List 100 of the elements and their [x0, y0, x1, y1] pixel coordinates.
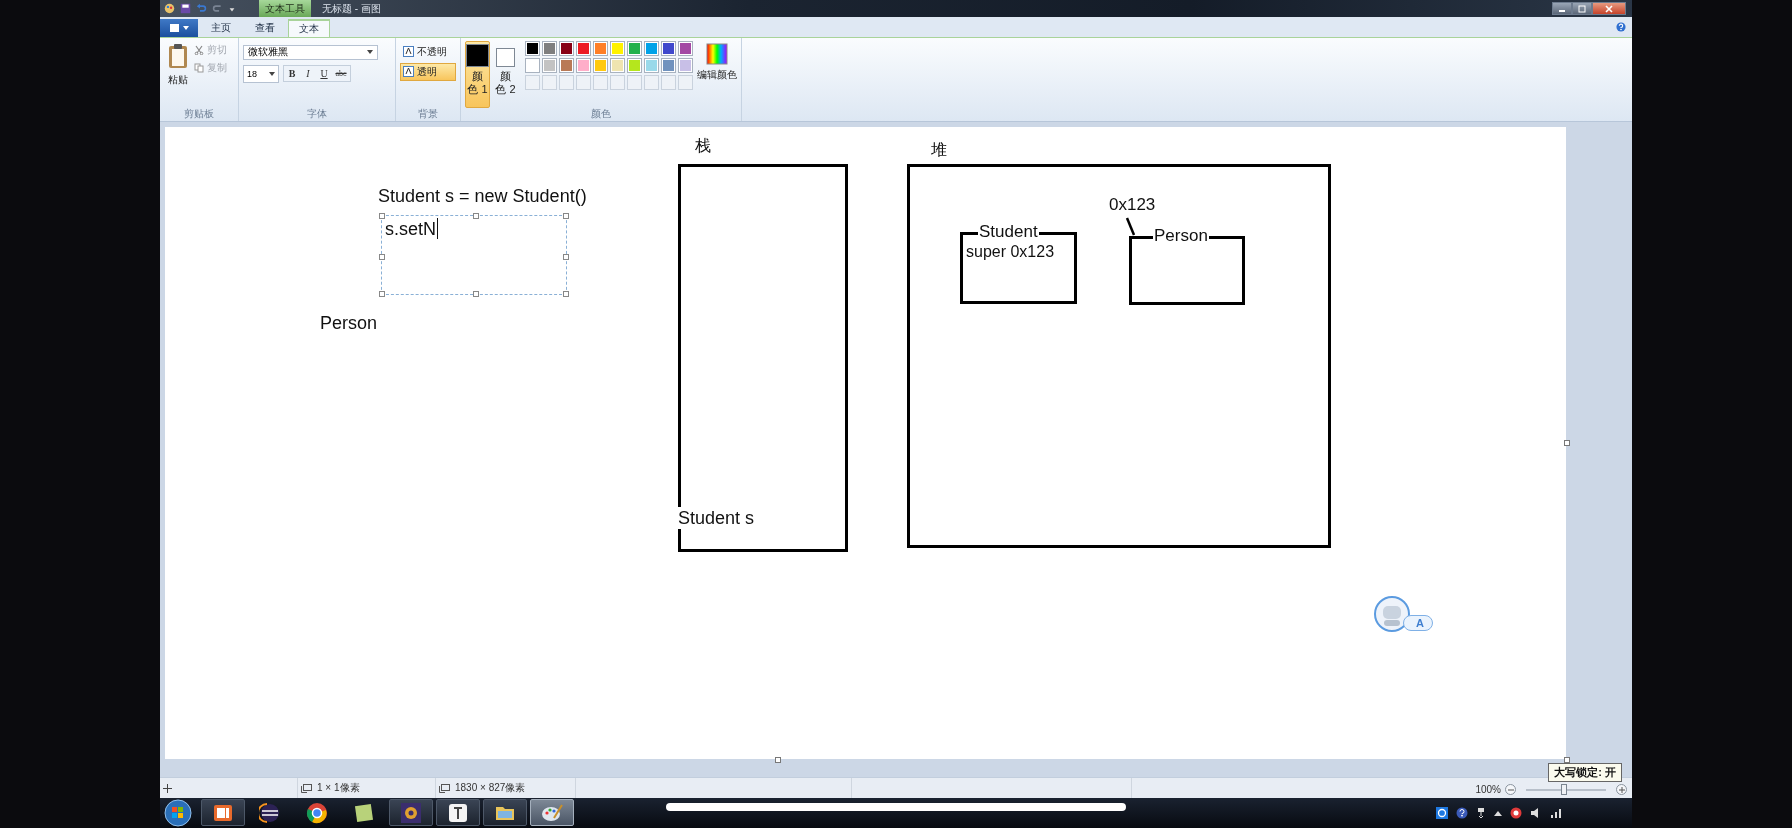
palette-color[interactable] — [627, 57, 642, 73]
resize-handle[interactable] — [775, 756, 781, 763]
paint-app-icon — [164, 3, 175, 14]
taskbar-app-button[interactable] — [483, 799, 527, 827]
palette-color[interactable] — [576, 57, 591, 73]
palette-color[interactable] — [576, 40, 591, 56]
canvas-size-icon — [439, 783, 450, 793]
resize-handle[interactable] — [1564, 756, 1570, 763]
palette-color[interactable] — [542, 40, 557, 56]
color-slot-button[interactable]: 颜色 1 — [465, 40, 490, 108]
save-icon[interactable] — [180, 3, 191, 14]
palette-color[interactable] — [661, 57, 676, 73]
taskbar-app-button[interactable] — [530, 799, 574, 827]
zoom-in-button[interactable] — [1616, 784, 1627, 795]
resize-handle[interactable] — [563, 290, 569, 297]
palette-color[interactable] — [542, 57, 557, 73]
resize-handle[interactable] — [473, 290, 479, 297]
slider-thumb[interactable] — [1560, 783, 1567, 795]
ribbon-tab[interactable]: 主页 — [200, 18, 242, 37]
resize-handle[interactable] — [379, 253, 385, 260]
text-frame-icon — [403, 66, 414, 78]
font-dropdown[interactable]: 微软雅黑 — [243, 44, 378, 60]
chat-app-icon[interactable] — [1436, 807, 1448, 819]
palette-color[interactable] — [678, 57, 693, 73]
robot-avatar-icon[interactable] — [1373, 594, 1411, 633]
clipboard-icon — [167, 42, 189, 69]
scissors-icon — [194, 44, 204, 55]
address-label: 0x123 — [1109, 193, 1156, 216]
text-app-icon — [447, 802, 469, 824]
text-cursor — [437, 217, 438, 239]
taskbar-app-button[interactable] — [389, 799, 433, 827]
record-icon[interactable] — [1510, 807, 1522, 819]
text-style-button[interactable]: B — [284, 66, 300, 82]
close-icon — [1605, 4, 1613, 13]
help-icon[interactable] — [1456, 807, 1468, 819]
slides-icon — [212, 802, 234, 824]
group-label: 颜色 — [590, 107, 612, 120]
object-field: super 0x123 — [966, 240, 1055, 263]
font-size-dropdown[interactable]: 18 — [243, 64, 279, 83]
resize-handle[interactable] — [473, 212, 479, 219]
taskbar-app-button[interactable] — [436, 799, 480, 827]
ribbon-tab[interactable]: 查看 — [244, 18, 286, 37]
start-button[interactable] — [162, 798, 194, 828]
palette-color[interactable] — [525, 57, 540, 73]
text-style-button[interactable]: abc — [332, 66, 350, 82]
color-spectrum-icon — [706, 42, 728, 65]
plus-icon — [1618, 786, 1625, 793]
heap-label: 堆 — [931, 139, 947, 160]
tooltip: 大写锁定: 开 — [1548, 763, 1622, 782]
undo-icon[interactable] — [196, 3, 207, 14]
paste-button[interactable]: 粘贴 — [164, 40, 192, 108]
background-option[interactable]: 透明 — [400, 62, 456, 81]
minimize-button[interactable] — [1552, 2, 1572, 15]
resize-handle[interactable] — [563, 212, 569, 219]
resize-handle[interactable] — [563, 253, 569, 260]
close-button[interactable] — [1592, 2, 1626, 15]
group-label: 剪贴板 — [183, 107, 215, 120]
caret-icon — [269, 71, 275, 76]
palette-color[interactable] — [610, 57, 625, 73]
maximize-button[interactable] — [1572, 2, 1592, 15]
stack-label: 栈 — [695, 135, 711, 156]
resize-handle[interactable] — [379, 290, 385, 297]
redo-icon[interactable] — [212, 3, 223, 14]
color-slot-button[interactable]: 颜色 2 — [493, 40, 518, 108]
sticky-note-icon — [353, 802, 375, 824]
gear-icon — [400, 802, 422, 824]
context-tab-label: 文本工具 — [259, 0, 311, 17]
palette-color[interactable] — [644, 57, 659, 73]
menu-icon — [168, 22, 190, 33]
palette-color[interactable] — [525, 40, 540, 56]
windows-logo-icon — [164, 799, 192, 827]
palette-color[interactable] — [644, 40, 659, 56]
text-input-box[interactable]: s.setN — [381, 214, 567, 295]
signal-icon[interactable] — [1550, 807, 1562, 819]
class-label: Person — [320, 311, 378, 334]
palette-color[interactable] — [593, 40, 608, 56]
palette-color[interactable] — [678, 40, 693, 56]
text-style-button[interactable]: U — [316, 66, 332, 82]
ring-planet-icon — [259, 802, 281, 824]
palette-color[interactable] — [627, 40, 642, 56]
palette-color[interactable] — [559, 57, 574, 73]
assistant-badge[interactable]: A — [1403, 614, 1433, 631]
ribbon-tab[interactable]: 文本 — [288, 18, 330, 37]
palette-color[interactable] — [559, 40, 574, 56]
network-icon[interactable] — [1476, 807, 1486, 819]
taskbar-app-button[interactable] — [201, 799, 245, 827]
resize-handle[interactable] — [1564, 439, 1570, 446]
palette-color[interactable] — [593, 57, 608, 73]
text-style-button[interactable]: I — [300, 66, 316, 82]
show-hidden-icons-icon[interactable] — [1494, 810, 1502, 816]
palette-color[interactable] — [661, 40, 676, 56]
copy-icon — [194, 62, 204, 73]
resize-handle[interactable] — [379, 212, 385, 219]
palette-color[interactable] — [610, 40, 625, 56]
browser-icon — [306, 802, 328, 824]
background-option[interactable]: 不透明 — [400, 42, 456, 61]
group-label: 背景 — [417, 107, 439, 120]
app-menu-button[interactable] — [160, 18, 198, 37]
zoom-out-button[interactable] — [1505, 784, 1516, 795]
edit-colors-button[interactable]: 编辑颜色 — [693, 40, 737, 108]
